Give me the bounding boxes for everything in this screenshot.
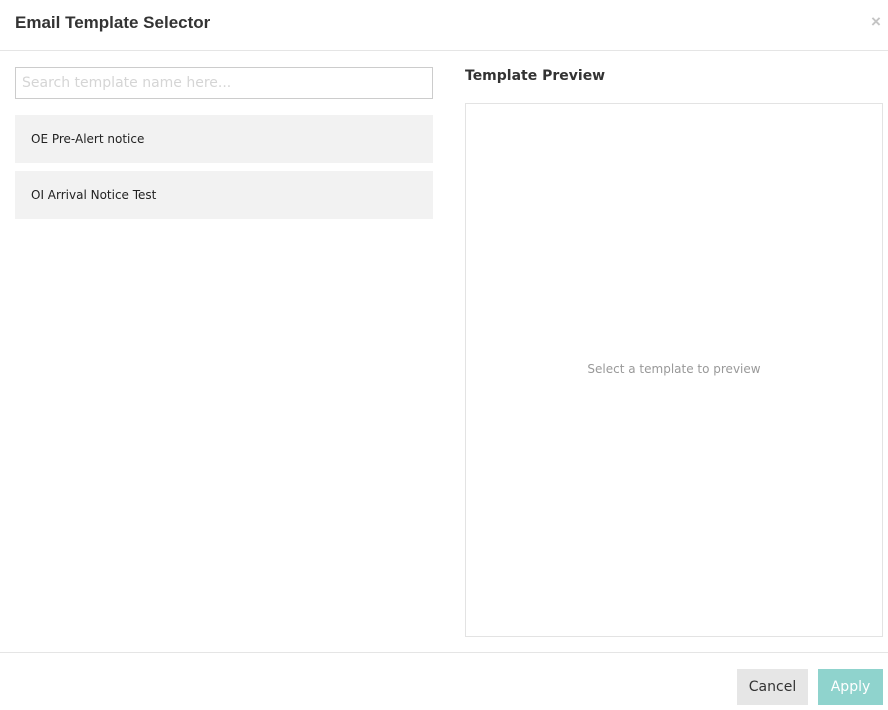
cancel-button[interactable]: Cancel bbox=[737, 669, 808, 705]
template-item-oi-arrival-notice[interactable]: OI Arrival Notice Test bbox=[15, 171, 433, 219]
template-preview-box: Select a template to preview bbox=[465, 103, 883, 637]
template-item-oe-pre-alert[interactable]: OE Pre-Alert notice bbox=[15, 115, 433, 163]
preview-empty-message: Select a template to preview bbox=[587, 362, 761, 376]
modal-footer: Cancel Apply bbox=[0, 652, 888, 710]
template-list-panel: OE Pre-Alert notice OI Arrival Notice Te… bbox=[15, 67, 433, 227]
close-icon[interactable]: × bbox=[869, 13, 883, 31]
search-input[interactable] bbox=[15, 67, 433, 99]
modal-title: Email Template Selector bbox=[15, 13, 211, 32]
email-template-selector-modal: Email Template Selector × OE Pre-Alert n… bbox=[0, 0, 888, 710]
template-list: OE Pre-Alert notice OI Arrival Notice Te… bbox=[15, 115, 433, 219]
preview-title: Template Preview bbox=[465, 68, 606, 84]
modal-header: Email Template Selector × bbox=[0, 0, 888, 51]
apply-button[interactable]: Apply bbox=[818, 669, 883, 705]
